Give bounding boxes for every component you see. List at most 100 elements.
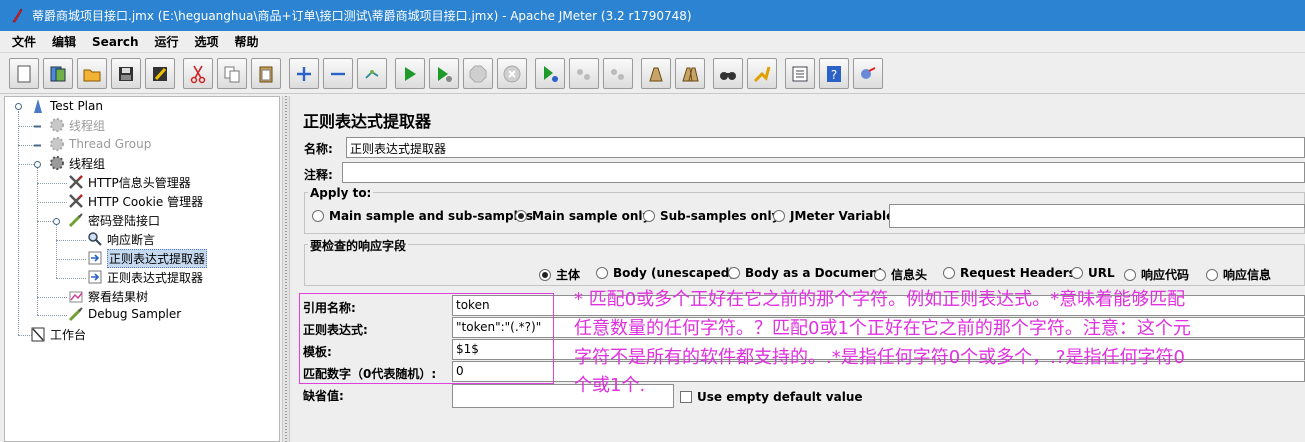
menu-help[interactable]: 帮助 [227, 33, 267, 50]
pipette-icon [67, 212, 85, 228]
tree-node-regex-extractor[interactable]: 正则表达式提取器 [86, 268, 203, 286]
start-icon [405, 66, 416, 81]
field-response-code-radio[interactable]: 响应代码 [1124, 266, 1189, 283]
annotation-line: 个或1个. [574, 375, 646, 396]
paste-button[interactable] [251, 58, 281, 89]
shutdown-button[interactable] [497, 58, 527, 89]
tree-node-results-tree[interactable]: 察看结果树 [67, 287, 148, 305]
templates-button[interactable] [43, 58, 73, 89]
remote-shutdown-button[interactable] [603, 58, 633, 89]
panel-title: 正则表达式提取器 [303, 112, 432, 131]
tree-node-login-sampler[interactable]: 密码登陆接口 [67, 211, 160, 229]
tree-node-thread-group[interactable]: 线程组 [48, 154, 105, 172]
log-viewer-button[interactable] [853, 58, 883, 89]
field-response-message-radio[interactable]: 响应信息 [1206, 266, 1271, 283]
tree-node-header-manager[interactable]: HTTP信息头管理器 [67, 173, 191, 191]
clear-all-icon [682, 67, 699, 81]
menu-run[interactable]: 运行 [146, 33, 186, 50]
use-empty-default-checkbox[interactable]: Use empty default value [680, 390, 863, 404]
menu-edit[interactable]: 编辑 [44, 33, 84, 50]
tree-node-test-plan[interactable]: Test Plan [29, 97, 103, 115]
new-icon [17, 65, 31, 82]
cut-button[interactable] [183, 58, 213, 89]
save-as-button[interactable] [145, 58, 175, 89]
tree-toggle-icon[interactable] [52, 217, 61, 226]
menu-file[interactable]: 文件 [4, 33, 44, 50]
clear-all-button[interactable] [675, 58, 705, 89]
svg-text:?: ? [831, 68, 837, 82]
log-viewer-icon [861, 66, 876, 79]
open-button[interactable] [77, 58, 107, 89]
regex-extractor-panel: 正则表达式提取器 名称: 正则表达式提取器 注释: Apply to: Main… [291, 96, 1305, 442]
save-button[interactable] [111, 58, 141, 89]
apply-main-only-radio[interactable]: Main sample only [515, 209, 650, 223]
window-titlebar: 蒂爵商城项目接口.jmx (E:\heguanghua\商品+订单\接口测试\蒂… [0, 0, 1305, 31]
field-body-document-radio[interactable]: Body as a Document [728, 266, 883, 280]
jmeter-variable-field[interactable] [889, 204, 1305, 228]
apply-main-and-sub-radio[interactable]: Main sample and sub-samples [312, 209, 533, 223]
tree-node-thread-group[interactable]: Thread Group [48, 135, 151, 153]
tree-node-cookie-manager[interactable]: HTTP Cookie 管理器 [67, 192, 203, 210]
start-no-pause-icon [438, 66, 452, 82]
gear-icon [48, 117, 66, 133]
field-body-unescaped-radio[interactable]: Body (unescaped) [596, 266, 735, 280]
remote-stop-button[interactable] [569, 58, 599, 89]
menu-search[interactable]: Search [84, 35, 146, 49]
tools-icon [67, 174, 85, 190]
extractor-icon [86, 250, 104, 266]
gear-icon [48, 155, 66, 171]
start-no-pause-button[interactable] [429, 58, 459, 89]
apply-sub-only-radio[interactable]: Sub-samples only [643, 209, 779, 223]
chart-icon [67, 288, 85, 304]
tree-toggle-icon[interactable] [33, 141, 42, 150]
tree-toggle-icon[interactable] [14, 102, 23, 111]
workbench-icon [29, 326, 47, 342]
remote-shutdown-icon [611, 68, 624, 80]
tree-toggle-icon[interactable] [33, 122, 42, 131]
stop-icon [469, 65, 487, 82]
field-headers-radio[interactable]: 信息头 [874, 266, 927, 283]
help-button[interactable]: ? [819, 58, 849, 89]
stop-button[interactable] [463, 58, 493, 89]
apply-to-title: Apply to: [308, 186, 374, 200]
tree-toggle-icon[interactable] [33, 160, 42, 169]
cut-icon [190, 65, 206, 83]
function-helper-button[interactable] [785, 58, 815, 89]
annotation-highlight-box [299, 293, 554, 384]
start-button[interactable] [395, 58, 425, 89]
tree-node-workbench[interactable]: 工作台 [29, 325, 86, 343]
new-button[interactable] [9, 58, 39, 89]
paste-icon [259, 66, 273, 82]
tree-node-debug-sampler[interactable]: Debug Sampler [67, 305, 181, 323]
search-icon [720, 71, 736, 80]
search-button[interactable] [713, 58, 743, 89]
name-field[interactable]: 正则表达式提取器 [346, 137, 1305, 158]
field-request-headers-radio[interactable]: Request Headers [943, 266, 1076, 280]
expand-button[interactable] [289, 58, 319, 89]
tree-node-thread-group[interactable]: 线程组 [48, 116, 105, 134]
field-url-radio[interactable]: URL [1071, 266, 1115, 280]
apply-jmeter-variable-radio[interactable]: JMeter Variable [773, 209, 894, 223]
reset-search-button[interactable] [747, 58, 777, 89]
open-icon [83, 69, 101, 81]
collapse-button[interactable] [323, 58, 353, 89]
extractor-icon [86, 269, 104, 285]
comment-field[interactable] [342, 162, 1305, 183]
clear-button[interactable] [641, 58, 671, 89]
templates-icon [50, 66, 66, 81]
gear-icon [48, 136, 66, 152]
save-as-icon [153, 66, 167, 81]
field-body-radio[interactable]: 主体 [539, 266, 580, 283]
pane-splitter[interactable] [282, 96, 290, 442]
copy-button[interactable] [217, 58, 247, 89]
copy-icon [224, 66, 240, 82]
tree-node-regex-extractor[interactable]: 正则表达式提取器 [86, 248, 208, 268]
menu-bar: 文件 编辑 Search 运行 选项 帮助 [0, 31, 1305, 53]
jmeter-feather-icon [12, 8, 23, 22]
tools-icon [67, 193, 85, 209]
menu-options[interactable]: 选项 [187, 33, 227, 50]
remote-start-button[interactable] [535, 58, 565, 89]
toggle-button[interactable] [357, 58, 387, 89]
field-to-check-title: 要检查的响应字段 [308, 237, 409, 254]
tree-node-response-assertion[interactable]: 响应断言 [86, 230, 155, 248]
